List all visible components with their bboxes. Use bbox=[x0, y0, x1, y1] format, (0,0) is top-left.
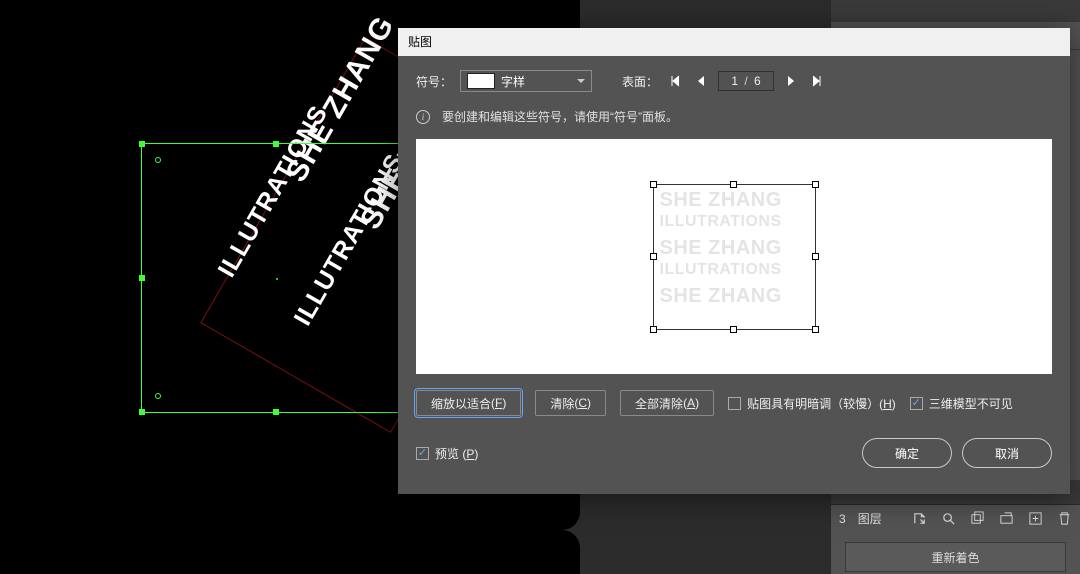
mapped-symbol[interactable]: SHE ZHANG ILLUTRATIONS SHE ZHANG ILLUTRA… bbox=[653, 184, 816, 330]
surface-label: 表面： bbox=[622, 73, 658, 90]
map-art-dialog: 贴图 符号： 字样 表面： 1 / 6 i 要创建和编辑这些符号，请使用“符号”… bbox=[398, 28, 1070, 494]
new-sublayer-icon[interactable] bbox=[999, 511, 1014, 526]
map-handle[interactable] bbox=[730, 326, 737, 333]
layer-count: 3 bbox=[839, 512, 846, 526]
map-handle[interactable] bbox=[812, 181, 819, 188]
clear-button[interactable]: 清除 (C) bbox=[535, 390, 606, 416]
prev-surface-button[interactable] bbox=[692, 72, 710, 90]
map-handle[interactable] bbox=[812, 253, 819, 260]
cancel-button[interactable]: 取消 bbox=[962, 438, 1052, 468]
info-text: 要创建和编辑这些符号，请使用“符号”面板。 bbox=[442, 108, 678, 125]
preview-checkbox[interactable]: 预览 (P) bbox=[416, 445, 478, 462]
recolor-button[interactable]: 重新着色 bbox=[845, 542, 1066, 572]
selection-handle[interactable] bbox=[273, 409, 279, 415]
checkbox-box bbox=[728, 397, 741, 410]
selection-center bbox=[276, 278, 278, 280]
selection-handle[interactable] bbox=[273, 141, 279, 147]
collect-icon[interactable] bbox=[970, 511, 985, 526]
recolor-label: 重新着色 bbox=[931, 549, 979, 566]
export-icon[interactable] bbox=[912, 511, 927, 526]
trash-icon[interactable] bbox=[1057, 511, 1072, 526]
layers-footer: 3 图层 bbox=[831, 504, 1080, 532]
ok-button[interactable]: 确定 bbox=[862, 438, 952, 468]
new-layer-icon[interactable] bbox=[1028, 511, 1043, 526]
checkbox-box bbox=[910, 397, 923, 410]
last-surface-button[interactable] bbox=[808, 72, 826, 90]
checkbox-box bbox=[416, 447, 429, 460]
next-surface-button[interactable] bbox=[782, 72, 800, 90]
dialog-title: 贴图 bbox=[408, 35, 432, 49]
map-handle[interactable] bbox=[650, 181, 657, 188]
map-handle[interactable] bbox=[812, 326, 819, 333]
invisible-geometry-checkbox[interactable]: 三维模型不可见 bbox=[910, 395, 1013, 412]
selection-box[interactable] bbox=[141, 143, 411, 413]
preview-pane[interactable]: SHE ZHANG ILLUTRATIONS SHE ZHANG ILLUTRA… bbox=[416, 139, 1052, 374]
scale-to-fit-button[interactable]: 缩放以适合 (F) bbox=[416, 390, 521, 416]
map-handle[interactable] bbox=[650, 253, 657, 260]
panel-tab-strip bbox=[831, 0, 1080, 22]
search-icon[interactable] bbox=[941, 511, 956, 526]
selection-handle[interactable] bbox=[139, 409, 145, 415]
first-surface-button[interactable] bbox=[666, 72, 684, 90]
surface-index[interactable]: 1 / 6 bbox=[718, 71, 774, 91]
map-handle[interactable] bbox=[650, 326, 657, 333]
canvas-lower bbox=[0, 530, 580, 574]
symbol-swatch bbox=[467, 73, 495, 89]
symbol-dropdown[interactable]: 字样 bbox=[460, 70, 592, 92]
info-icon: i bbox=[416, 110, 430, 124]
anchor-dot[interactable] bbox=[155, 393, 161, 399]
clear-all-button[interactable]: 全部清除 (A) bbox=[620, 390, 714, 416]
symbol-label: 符号： bbox=[416, 73, 452, 90]
anchor-dot[interactable] bbox=[155, 157, 161, 163]
map-handle[interactable] bbox=[730, 181, 737, 188]
dialog-titlebar[interactable]: 贴图 bbox=[398, 28, 1070, 56]
selection-handle[interactable] bbox=[139, 141, 145, 147]
layers-label: 图层 bbox=[858, 510, 882, 527]
shade-checkbox[interactable]: 贴图具有明暗调（较慢）(H) bbox=[728, 395, 896, 412]
selection-handle[interactable] bbox=[139, 275, 145, 281]
symbol-value: 字样 bbox=[501, 73, 525, 90]
